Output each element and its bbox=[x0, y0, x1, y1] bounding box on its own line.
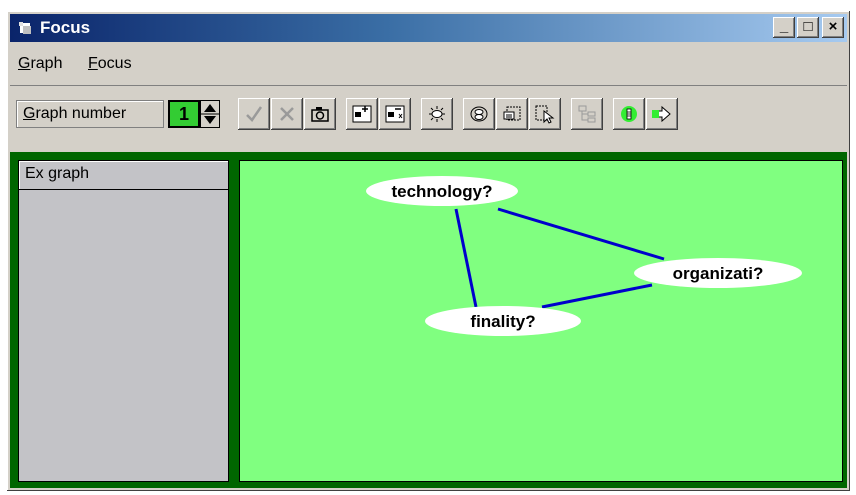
main-area: Ex graph technology? organizati? finality? bbox=[10, 152, 847, 488]
remove-node-icon bbox=[385, 105, 405, 123]
camera-icon bbox=[311, 107, 329, 122]
check-icon bbox=[246, 106, 263, 122]
tree-icon bbox=[578, 105, 596, 123]
app-icon[interactable] bbox=[18, 20, 34, 36]
graph-number-value[interactable]: 1 bbox=[168, 100, 200, 128]
graph-node-technology[interactable]: technology? bbox=[366, 176, 518, 206]
arrow-right-icon bbox=[652, 105, 671, 123]
explode-icon bbox=[429, 106, 445, 122]
add-node-button[interactable] bbox=[346, 98, 378, 130]
graph-edge-finality-organization[interactable] bbox=[541, 283, 653, 309]
cancel-button[interactable] bbox=[271, 98, 303, 130]
graph-list-header: Ex graph bbox=[19, 161, 228, 190]
focus-window: Focus _ □ × Graph Focus Graph number 1 E… bbox=[6, 10, 851, 492]
graph-node-organization[interactable]: organizati? bbox=[634, 258, 802, 288]
toolbar: Graph number 1 bbox=[10, 90, 847, 150]
menu-graph[interactable]: Graph bbox=[18, 55, 62, 73]
focus-button[interactable] bbox=[613, 98, 645, 130]
graph-number-spinner[interactable] bbox=[200, 100, 220, 128]
pointer-button[interactable] bbox=[529, 98, 561, 130]
camera-button[interactable] bbox=[304, 98, 336, 130]
minimize-button[interactable]: _ bbox=[773, 17, 795, 38]
tree-button[interactable] bbox=[571, 98, 603, 130]
group-button[interactable] bbox=[463, 98, 495, 130]
menu-focus[interactable]: Focus bbox=[88, 55, 132, 73]
graph-node-finality[interactable]: finality? bbox=[425, 306, 581, 336]
graph-node-label: organizati? bbox=[673, 264, 764, 283]
focus-green-icon bbox=[621, 106, 637, 122]
remove-node-button[interactable] bbox=[379, 98, 411, 130]
select-box-button[interactable] bbox=[496, 98, 528, 130]
cross-icon bbox=[280, 107, 294, 121]
graph-node-label: technology? bbox=[391, 182, 492, 201]
window-title: Focus bbox=[40, 18, 91, 37]
check-button[interactable] bbox=[238, 98, 270, 130]
group-icon bbox=[470, 106, 488, 122]
close-button[interactable]: × bbox=[822, 17, 844, 38]
menu-bar: Graph Focus bbox=[10, 45, 847, 86]
graph-edge-technology-finality[interactable] bbox=[454, 208, 478, 308]
graph-svg[interactable]: technology? organizati? finality? bbox=[240, 161, 842, 481]
select-box-icon bbox=[503, 106, 521, 121]
graph-list-panel[interactable]: Ex graph bbox=[18, 160, 229, 482]
graph-canvas[interactable]: technology? organizati? finality? bbox=[239, 160, 843, 482]
next-button[interactable] bbox=[646, 98, 678, 130]
maximize-button[interactable]: □ bbox=[797, 17, 819, 38]
graph-node-label: finality? bbox=[470, 312, 535, 331]
pointer-icon bbox=[535, 105, 555, 124]
add-node-icon bbox=[352, 105, 372, 123]
explode-button[interactable] bbox=[421, 98, 453, 130]
graph-number-label: Graph number bbox=[16, 100, 164, 128]
title-bar[interactable]: Focus _ □ × bbox=[10, 14, 847, 42]
graph-edge-technology-organization[interactable] bbox=[497, 207, 665, 261]
